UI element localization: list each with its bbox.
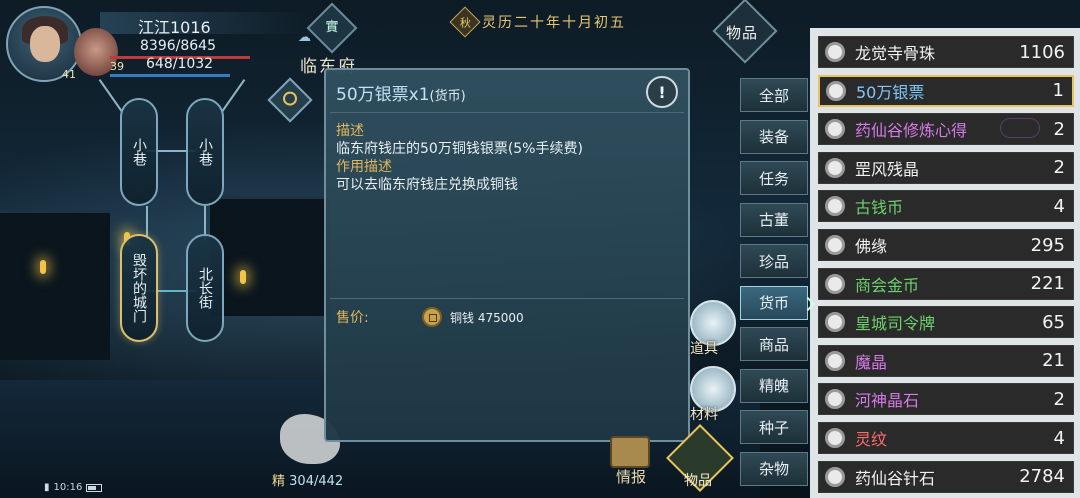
price-row: 售价: 铜钱 475000 <box>330 298 684 332</box>
date-display: 秋 灵历二十年十月初五 <box>449 6 626 38</box>
material-label: 材料 <box>690 407 718 423</box>
tab-0[interactable]: 全部 <box>740 78 808 112</box>
tab-4[interactable]: 珍品 <box>740 244 808 278</box>
round-item-icon <box>825 428 845 448</box>
battery-icon <box>86 483 103 492</box>
item-count: 2784 <box>1019 466 1065 488</box>
hp-value: 8396/8645 <box>140 38 216 54</box>
building <box>210 196 330 316</box>
lamp <box>240 270 246 284</box>
item-count: 2 <box>1053 118 1065 140</box>
item-count: 2 <box>1053 388 1065 410</box>
date-text: 灵历二十年十月初五 <box>482 15 626 31</box>
clock: 10:16 <box>53 482 83 493</box>
mp-bar <box>110 74 230 77</box>
round-item-icon <box>825 235 845 255</box>
item-name: 河神晶石 <box>855 391 920 411</box>
weather-cloud-icon: ☁ <box>298 30 311 45</box>
inventory-item[interactable]: 皇城司令牌 65 <box>818 306 1074 339</box>
item-name: 古钱币 <box>855 198 904 218</box>
item-name: 商会金币 <box>855 275 920 295</box>
inventory-item[interactable]: 商会金币 221 <box>818 267 1074 300</box>
inventory-item[interactable]: 药仙谷针石 2784 <box>818 460 1074 493</box>
bag-label: 物品 <box>684 473 712 489</box>
item-name: 皇城司令牌 <box>855 314 936 334</box>
inventory-item[interactable]: 佛缘 295 <box>818 229 1074 261</box>
round-item-icon <box>825 389 845 410</box>
map-node-alley-2[interactable]: 小巷 <box>186 98 224 206</box>
item-count: 1 <box>1052 80 1064 102</box>
item-count: 21 <box>1042 350 1065 372</box>
tab-2[interactable]: 任务 <box>740 161 808 195</box>
round-item-icon <box>825 466 845 487</box>
round-item-icon <box>825 157 845 178</box>
inventory-item[interactable]: 古钱币 4 <box>818 190 1074 223</box>
companion-level: 39 <box>110 60 124 73</box>
item-name: 灵纹 <box>855 430 888 449</box>
inventory-item[interactable]: 罡风残晶 2 <box>818 151 1074 184</box>
tab-9[interactable]: 杂物 <box>740 451 808 486</box>
item-count: 2 <box>1053 157 1065 179</box>
copper-coin-icon <box>422 307 442 327</box>
player-name: 江江1016 <box>138 18 211 37</box>
tab-8[interactable]: 种子 <box>740 410 808 444</box>
item-count: 4 <box>1053 427 1065 449</box>
use-text: 可以去临东府钱庄兑换成铜钱 <box>336 177 518 193</box>
mp-value: 648/1032 <box>146 56 214 72</box>
price-value: 铜钱 475000 <box>450 311 524 325</box>
item-count: 221 <box>1030 273 1065 295</box>
divider <box>330 112 684 113</box>
item-count: 4 <box>1053 195 1065 217</box>
props-label: 道具 <box>690 341 718 357</box>
price-label: 售价: <box>336 310 369 326</box>
map-node-ruined-gate[interactable]: 毁坏的城门 <box>120 234 158 342</box>
tab-5[interactable]: 货币 <box>740 285 808 320</box>
avatar-face <box>30 26 60 62</box>
tab-1[interactable]: 装备 <box>740 119 808 154</box>
item-name: 龙觉寺骨珠 <box>855 44 936 63</box>
item-name: 50万银票 <box>856 82 925 102</box>
use-label: 作用描述 <box>336 159 392 175</box>
inventory-item[interactable]: 灵纹 4 <box>818 422 1074 454</box>
system-status: ▮ 10:16 <box>44 482 103 493</box>
signal-icon: ▮ <box>44 482 50 493</box>
intel-label[interactable]: 情报 <box>616 466 646 487</box>
item-count: 1106 <box>1019 41 1065 63</box>
tab-7[interactable]: 精魄 <box>740 368 808 403</box>
item-count: 65 <box>1042 311 1065 333</box>
item-name: 罡风残晶 <box>855 159 920 179</box>
inventory-title: 物品 <box>726 24 759 42</box>
item-title: 50万银票x1(货币) <box>336 85 466 105</box>
map-node-north-street[interactable]: 北长街 <box>186 234 224 342</box>
player-level: 41 <box>62 68 76 81</box>
tab-6[interactable]: 商品 <box>740 327 808 361</box>
desc-text: 临东府钱庄的50万铜钱银票(5%手续费) <box>336 141 583 157</box>
item-name: 药仙谷针石 <box>855 468 936 488</box>
item-detail-popup: 50万银票x1(货币) ! 描述 临东府钱庄的50万铜钱银票(5%手续费) 作用… <box>324 68 690 442</box>
round-item-icon <box>825 312 845 333</box>
exclamation-icon[interactable]: ! <box>646 76 678 108</box>
round-item-icon <box>825 196 845 217</box>
stamina-display: 精 304/442 <box>272 474 344 489</box>
scroll-icon[interactable] <box>610 436 650 468</box>
season-icon: 秋 <box>449 6 481 38</box>
inventory-item[interactable]: 龙觉寺骨珠 1106 <box>818 36 1074 68</box>
item-decoration <box>1000 118 1040 138</box>
map-node-alley-1[interactable]: 小巷 <box>120 98 158 206</box>
round-item-icon <box>825 119 845 140</box>
desc-label: 描述 <box>336 123 364 139</box>
tab-3[interactable]: 古董 <box>740 202 808 237</box>
inventory-item[interactable]: 魔晶 21 <box>818 344 1074 377</box>
round-item-icon <box>825 273 845 294</box>
inventory-item[interactable]: 50万银票 1 <box>818 74 1074 107</box>
round-item-icon <box>825 42 845 62</box>
item-name: 魔晶 <box>855 352 888 372</box>
building <box>0 210 110 360</box>
lamp <box>40 260 46 274</box>
inventory-item[interactable]: 河神晶石 2 <box>818 383 1074 416</box>
round-item-icon <box>826 80 846 101</box>
item-name: 佛缘 <box>855 237 888 256</box>
round-item-icon <box>825 350 845 371</box>
item-count: 295 <box>1030 234 1065 256</box>
